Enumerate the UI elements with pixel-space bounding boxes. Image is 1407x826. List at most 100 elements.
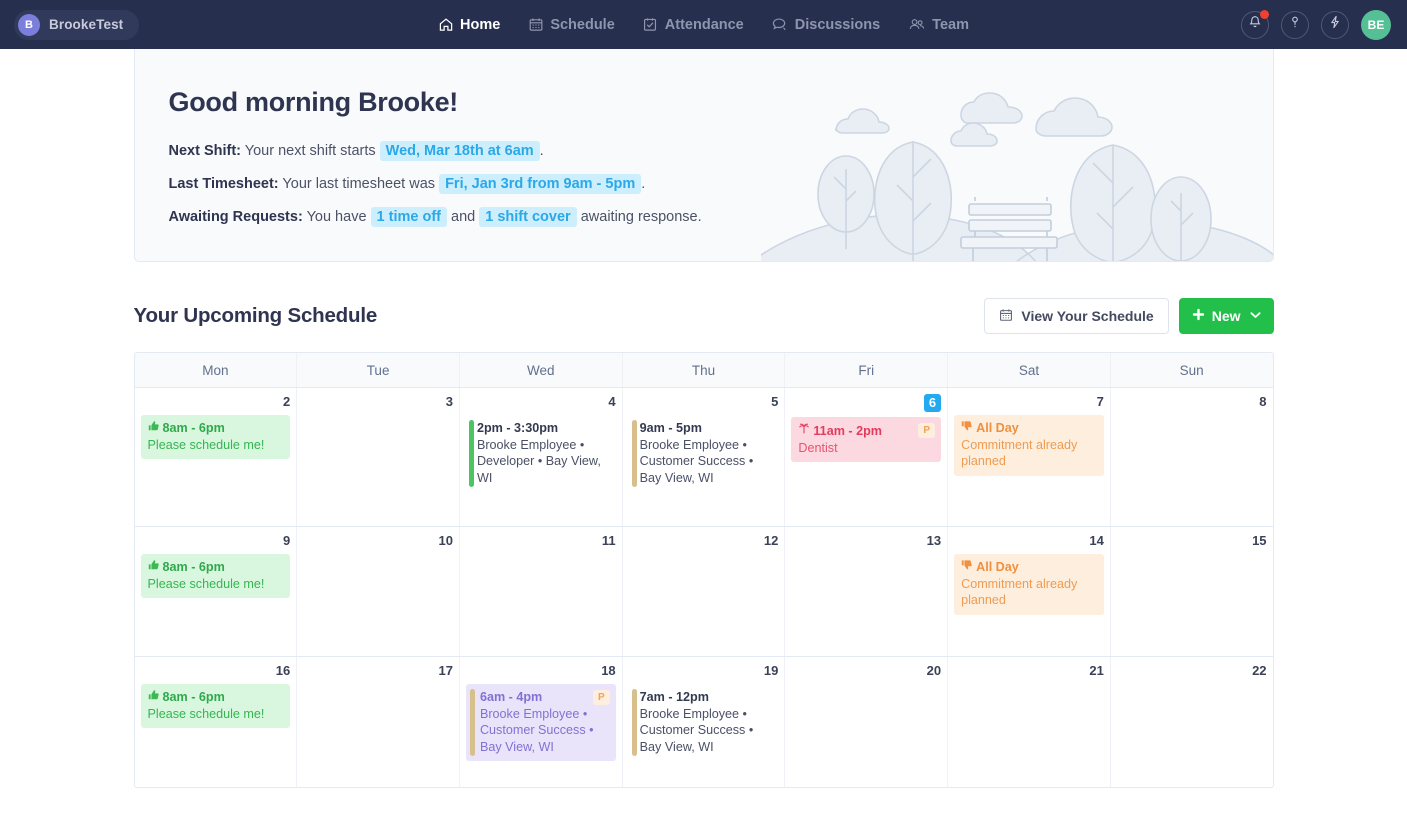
calendar-day-cell[interactable]: 6 P 11am - 2pm Dentist <box>785 388 949 526</box>
shortcuts-button[interactable] <box>1321 10 1349 39</box>
calendar-day-cell[interactable]: 15 <box>1111 527 1273 656</box>
calendar-event[interactable]: P 6am - 4pm Brooke Employee • Customer Suc… <box>465 684 616 761</box>
calendar-day-cell[interactable]: 8 <box>1111 388 1273 526</box>
nav-item-schedule[interactable]: Schedule <box>528 16 615 33</box>
palm-tree-icon <box>798 423 810 438</box>
page-body: Good morning Brooke! Next Shift: Your ne… <box>0 49 1407 788</box>
event-detail: Please schedule me! <box>147 576 265 591</box>
calendar-day-cell[interactable]: 18 P 6am - 4pm Brooke Employee • Customer S… <box>460 657 623 787</box>
brand-name: BrookeTest <box>49 17 124 32</box>
calendar-event[interactable]: 8am - 6pm Please schedule me! <box>140 684 291 728</box>
day-number: 17 <box>438 663 453 678</box>
nav-item-home-label: Home <box>460 16 501 33</box>
last-timesheet-label: Last Timesheet: <box>168 175 279 192</box>
awaiting-requests-label: Awaiting Requests: <box>168 208 303 225</box>
calendar-day-cell[interactable]: 14 All Day Commitment already planned <box>948 527 1111 656</box>
calendar-event[interactable]: All Day Commitment already planned <box>954 415 1104 476</box>
weekday-thu: Thu <box>623 353 786 387</box>
calendar-day-cell[interactable]: 4 2pm - 3:30pm Brooke Employee • Developer… <box>460 388 623 526</box>
calendar-event[interactable]: 9am - 5pm Brooke Employee • Customer Succ… <box>629 415 779 492</box>
calendar-day-cell[interactable]: 12 <box>623 527 786 656</box>
awaiting-requests-conjunction: and <box>451 208 476 225</box>
calendar-day-cell[interactable]: 5 9am - 5pm Brooke Employee • Customer Suc… <box>623 388 786 526</box>
nav-item-attendance[interactable]: Attendance <box>643 17 744 33</box>
schedule-actions: View Your Schedule New <box>984 298 1274 334</box>
hero-content: Good morning Brooke! Next Shift: Your ne… <box>135 49 1273 228</box>
calendar-day-cell[interactable]: 7 All Day Commitment already planned <box>948 388 1111 526</box>
calendar-day-cell[interactable]: 13 <box>785 527 949 656</box>
brand-avatar: B <box>18 13 40 36</box>
nav-item-discussions[interactable]: Discussions <box>772 17 880 33</box>
calendar-event[interactable]: 8am - 6pm Please schedule me! <box>140 554 291 598</box>
event-time: 8am - 6pm <box>148 689 284 706</box>
event-color-bar <box>631 420 637 487</box>
next-shift-line: Next Shift: Your next shift starts Wed, … <box>169 141 1273 163</box>
day-number: 7 <box>1096 394 1104 409</box>
day-number: 16 <box>275 663 291 678</box>
last-timesheet-period: . <box>641 175 646 192</box>
user-avatar[interactable]: BE <box>1361 9 1391 40</box>
event-detail: Please schedule me! <box>147 437 265 452</box>
today-marker: 6 <box>923 394 942 412</box>
nav-item-attendance-label: Attendance <box>664 16 744 33</box>
view-your-schedule-button[interactable]: View Your Schedule <box>984 298 1169 334</box>
day-number: 9 <box>282 533 291 548</box>
event-detail: Commitment already planned <box>961 576 1078 608</box>
calendar-day-cell[interactable]: 3 <box>297 388 460 526</box>
day-number: 22 <box>1252 663 1267 678</box>
day-number: 15 <box>1252 533 1267 548</box>
last-timesheet-text: Your last timesheet was <box>282 175 436 192</box>
schedule-header: Your Upcoming Schedule View Your Schedul… <box>134 298 1274 334</box>
new-button[interactable]: New <box>1178 298 1274 334</box>
nav-item-schedule-label: Schedule <box>550 16 615 33</box>
event-color-bar <box>469 689 475 756</box>
checklist-icon <box>643 17 658 32</box>
calendar-day-cell[interactable]: 19 7am - 12pm Brooke Employee • Customer S… <box>623 657 786 787</box>
event-detail: Commitment already planned <box>961 437 1078 469</box>
nav-item-team[interactable]: Team <box>908 17 969 33</box>
weekday-sun: Sun <box>1179 363 1204 378</box>
calendar-day-cell[interactable]: 16 8am - 6pm Please schedule me! <box>135 657 298 787</box>
calendar-day-cell[interactable]: 22 <box>1111 657 1273 787</box>
next-shift-period: . <box>539 143 544 159</box>
calendar-event[interactable]: 2pm - 3:30pm Brooke Employee • Developer … <box>466 415 616 492</box>
calendar-day-cell[interactable]: 20 <box>785 657 949 787</box>
calendar-event[interactable]: 8am - 6pm Please schedule me! <box>140 415 291 459</box>
help-button[interactable] <box>1281 10 1309 39</box>
time-off-request-link[interactable]: 1 time off <box>370 206 447 227</box>
question-icon <box>1288 15 1302 34</box>
calendar-event[interactable]: All Day Commitment already planned <box>954 554 1104 615</box>
calendar-day-cell[interactable]: 2 8am - 6pm Please schedule me! <box>135 388 298 526</box>
calendar-day-cell[interactable]: 21 <box>948 657 1111 787</box>
shift-cover-request-link[interactable]: 1 shift cover <box>479 206 577 227</box>
brand-pill[interactable]: B BrookeTest <box>14 9 140 40</box>
calendar-week-row: 16 8am - 6pm Please schedule me! 17 18 P 6am -… <box>135 657 1273 787</box>
day-number: 19 <box>763 663 779 678</box>
last-timesheet-value[interactable]: Fri, Jan 3rd from 9am - 5pm <box>439 173 642 194</box>
event-detail: Please schedule me! <box>147 706 265 721</box>
day-number: 11 <box>601 533 616 548</box>
nav-item-home[interactable]: Home <box>438 17 500 33</box>
day-number: 12 <box>763 533 779 548</box>
chevron-down-icon <box>1249 311 1261 322</box>
calendar-event[interactable]: 7am - 12pm Brooke Employee • Customer Suc… <box>629 684 779 761</box>
home-icon <box>438 17 453 32</box>
page-title: Good morning Brooke! <box>168 87 459 117</box>
schedule-calendar: Mon Tue Wed Thu Fri Sat Sun 2 8am - 6pm Pl… <box>133 352 1274 788</box>
thumbs-up-icon <box>148 560 160 574</box>
calendar-day-cell[interactable]: 11 <box>460 527 623 656</box>
pending-badge: P <box>918 423 936 438</box>
calendar-day-cell[interactable]: 17 <box>297 657 460 787</box>
next-shift-value[interactable]: Wed, Mar 18th at 6am <box>379 141 540 161</box>
awaiting-requests-text: You have <box>306 208 367 225</box>
day-number: 3 <box>445 394 453 409</box>
calendar-event[interactable]: P 11am - 2pm Dentist <box>791 417 942 462</box>
calendar-day-cell[interactable]: 10 <box>297 527 460 656</box>
notifications-button[interactable] <box>1241 9 1269 39</box>
calendar-icon <box>999 308 1013 325</box>
event-color-bar <box>468 420 474 487</box>
next-shift-label: Next Shift: <box>168 143 242 159</box>
calendar-day-cell[interactable]: 9 8am - 6pm Please schedule me! <box>135 527 298 656</box>
event-time: 9am - 5pm <box>639 421 702 435</box>
event-color-bar <box>631 689 637 756</box>
